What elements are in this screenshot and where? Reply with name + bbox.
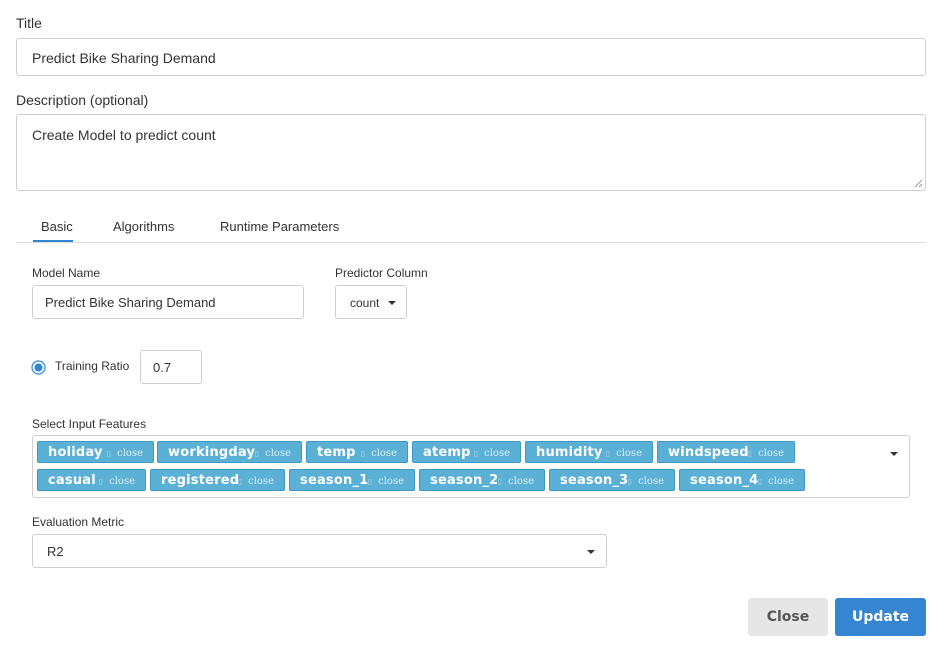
- feature-chip-label: temp: [317, 445, 356, 460]
- resize-handle-icon[interactable]: [914, 179, 923, 188]
- chip-close-text: close: [109, 476, 135, 487]
- chip-close-button[interactable]: ▯ close: [628, 476, 664, 487]
- chevron-down-icon[interactable]: [890, 452, 898, 456]
- chip-close-text: close: [378, 476, 404, 487]
- feature-chip-windspeed[interactable]: windspeed ▯ close: [657, 441, 795, 463]
- feature-chip-label: workingday: [168, 445, 256, 460]
- close-button[interactable]: Close: [748, 598, 828, 636]
- predictor-column-value: count: [350, 296, 380, 310]
- feature-chip-label: registered: [161, 473, 240, 488]
- feature-chip-label: holiday: [48, 445, 103, 460]
- close-icon: ▯: [367, 477, 373, 486]
- close-icon: ▯: [757, 477, 763, 486]
- chip-close-text: close: [117, 448, 143, 459]
- update-button[interactable]: Update: [835, 598, 926, 636]
- model-name-input-value: Predict Bike Sharing Demand: [45, 295, 216, 310]
- feature-chip-atemp[interactable]: atemp ▯ close: [412, 441, 521, 463]
- close-icon: ▯: [106, 449, 112, 458]
- chip-close-button[interactable]: ▯ close: [99, 476, 135, 487]
- close-icon: ▯: [360, 449, 366, 458]
- tabs-divider: [16, 242, 926, 243]
- input-features-label: Select Input Features: [32, 417, 147, 431]
- chip-close-button[interactable]: ▯ close: [238, 476, 274, 487]
- chip-close-button[interactable]: ▯ close: [606, 448, 642, 459]
- tab-algorithms[interactable]: Algorithms: [113, 219, 174, 234]
- feature-chip-casual[interactable]: casual ▯ close: [37, 469, 146, 491]
- close-icon: ▯: [747, 449, 753, 458]
- chip-close-text: close: [371, 448, 397, 459]
- feature-chip-temp[interactable]: temp ▯ close: [306, 441, 408, 463]
- feature-chip-holiday[interactable]: holiday ▯ close: [37, 441, 154, 463]
- chip-close-button[interactable]: ▯ close: [498, 476, 534, 487]
- tab-basic-active-indicator: [33, 240, 73, 242]
- title-input-value: Predict Bike Sharing Demand: [32, 50, 216, 66]
- close-icon: ▯: [237, 477, 243, 486]
- feature-chip-label: season_3: [560, 473, 629, 488]
- training-ratio-value: 0.7: [153, 360, 172, 375]
- title-label: Title: [16, 15, 42, 31]
- chevron-down-icon: [587, 550, 595, 554]
- chip-close-button[interactable]: ▯ close: [758, 476, 794, 487]
- close-icon: ▯: [473, 449, 479, 458]
- chip-close-text: close: [638, 476, 664, 487]
- feature-chip-label: windspeed: [668, 445, 749, 460]
- chip-close-text: close: [484, 448, 510, 459]
- chip-close-text: close: [758, 448, 784, 459]
- evaluation-metric-select[interactable]: R2: [32, 534, 607, 568]
- title-input[interactable]: Predict Bike Sharing Demand: [16, 38, 926, 76]
- feature-chip-workingday[interactable]: workingday ▯ close: [157, 441, 302, 463]
- model-name-label: Model Name: [32, 266, 101, 280]
- chip-close-text: close: [616, 448, 642, 459]
- feature-chip-season-4[interactable]: season_4 ▯ close: [679, 469, 805, 491]
- predictor-column-select[interactable]: count: [335, 285, 407, 319]
- chip-close-button[interactable]: ▯ close: [474, 448, 510, 459]
- feature-chip-humidity[interactable]: humidity ▯ close: [525, 441, 653, 463]
- close-icon: ▯: [98, 477, 104, 486]
- tab-runtime-parameters[interactable]: Runtime Parameters: [220, 219, 339, 234]
- description-textarea[interactable]: Create Model to predict count: [16, 114, 926, 191]
- training-ratio-radio[interactable]: [31, 360, 46, 375]
- chip-close-text: close: [508, 476, 534, 487]
- chip-close-text: close: [265, 448, 291, 459]
- close-icon: ▯: [605, 449, 611, 458]
- evaluation-metric-value: R2: [47, 544, 64, 559]
- chip-close-button[interactable]: ▯ close: [748, 448, 784, 459]
- description-label: Description (optional): [16, 92, 149, 108]
- feature-chip-season-2[interactable]: season_2 ▯ close: [419, 469, 545, 491]
- feature-chip-label: season_1: [300, 473, 369, 488]
- close-icon: ▯: [497, 477, 503, 486]
- chip-close-button[interactable]: ▯ close: [255, 448, 291, 459]
- chip-close-text: close: [768, 476, 794, 487]
- chip-close-button[interactable]: ▯ close: [107, 448, 143, 459]
- feature-chip-season-3[interactable]: season_3 ▯ close: [549, 469, 675, 491]
- feature-chip-label: season_2: [430, 473, 499, 488]
- evaluation-metric-label: Evaluation Metric: [32, 515, 125, 529]
- close-icon: ▯: [627, 477, 633, 486]
- chevron-down-icon: [388, 301, 396, 305]
- close-icon: ▯: [254, 449, 260, 458]
- feature-chip-label: casual: [48, 473, 96, 488]
- training-ratio-input[interactable]: 0.7: [140, 350, 202, 384]
- description-textarea-value: Create Model to predict count: [32, 127, 216, 143]
- feature-chip-label: atemp: [423, 445, 471, 460]
- feature-chip-season-1[interactable]: season_1 ▯ close: [289, 469, 415, 491]
- chip-close-button[interactable]: ▯ close: [361, 448, 397, 459]
- tab-basic[interactable]: Basic: [41, 219, 73, 234]
- feature-chip-registered[interactable]: registered ▯ close: [150, 469, 285, 491]
- chip-close-text: close: [248, 476, 274, 487]
- predictor-column-label: Predictor Column: [335, 266, 428, 280]
- training-ratio-label: Training Ratio: [55, 359, 130, 373]
- model-name-input[interactable]: Predict Bike Sharing Demand: [32, 285, 304, 319]
- feature-chip-label: humidity: [536, 445, 603, 460]
- chip-close-button[interactable]: ▯ close: [368, 476, 404, 487]
- feature-chip-label: season_4: [690, 473, 759, 488]
